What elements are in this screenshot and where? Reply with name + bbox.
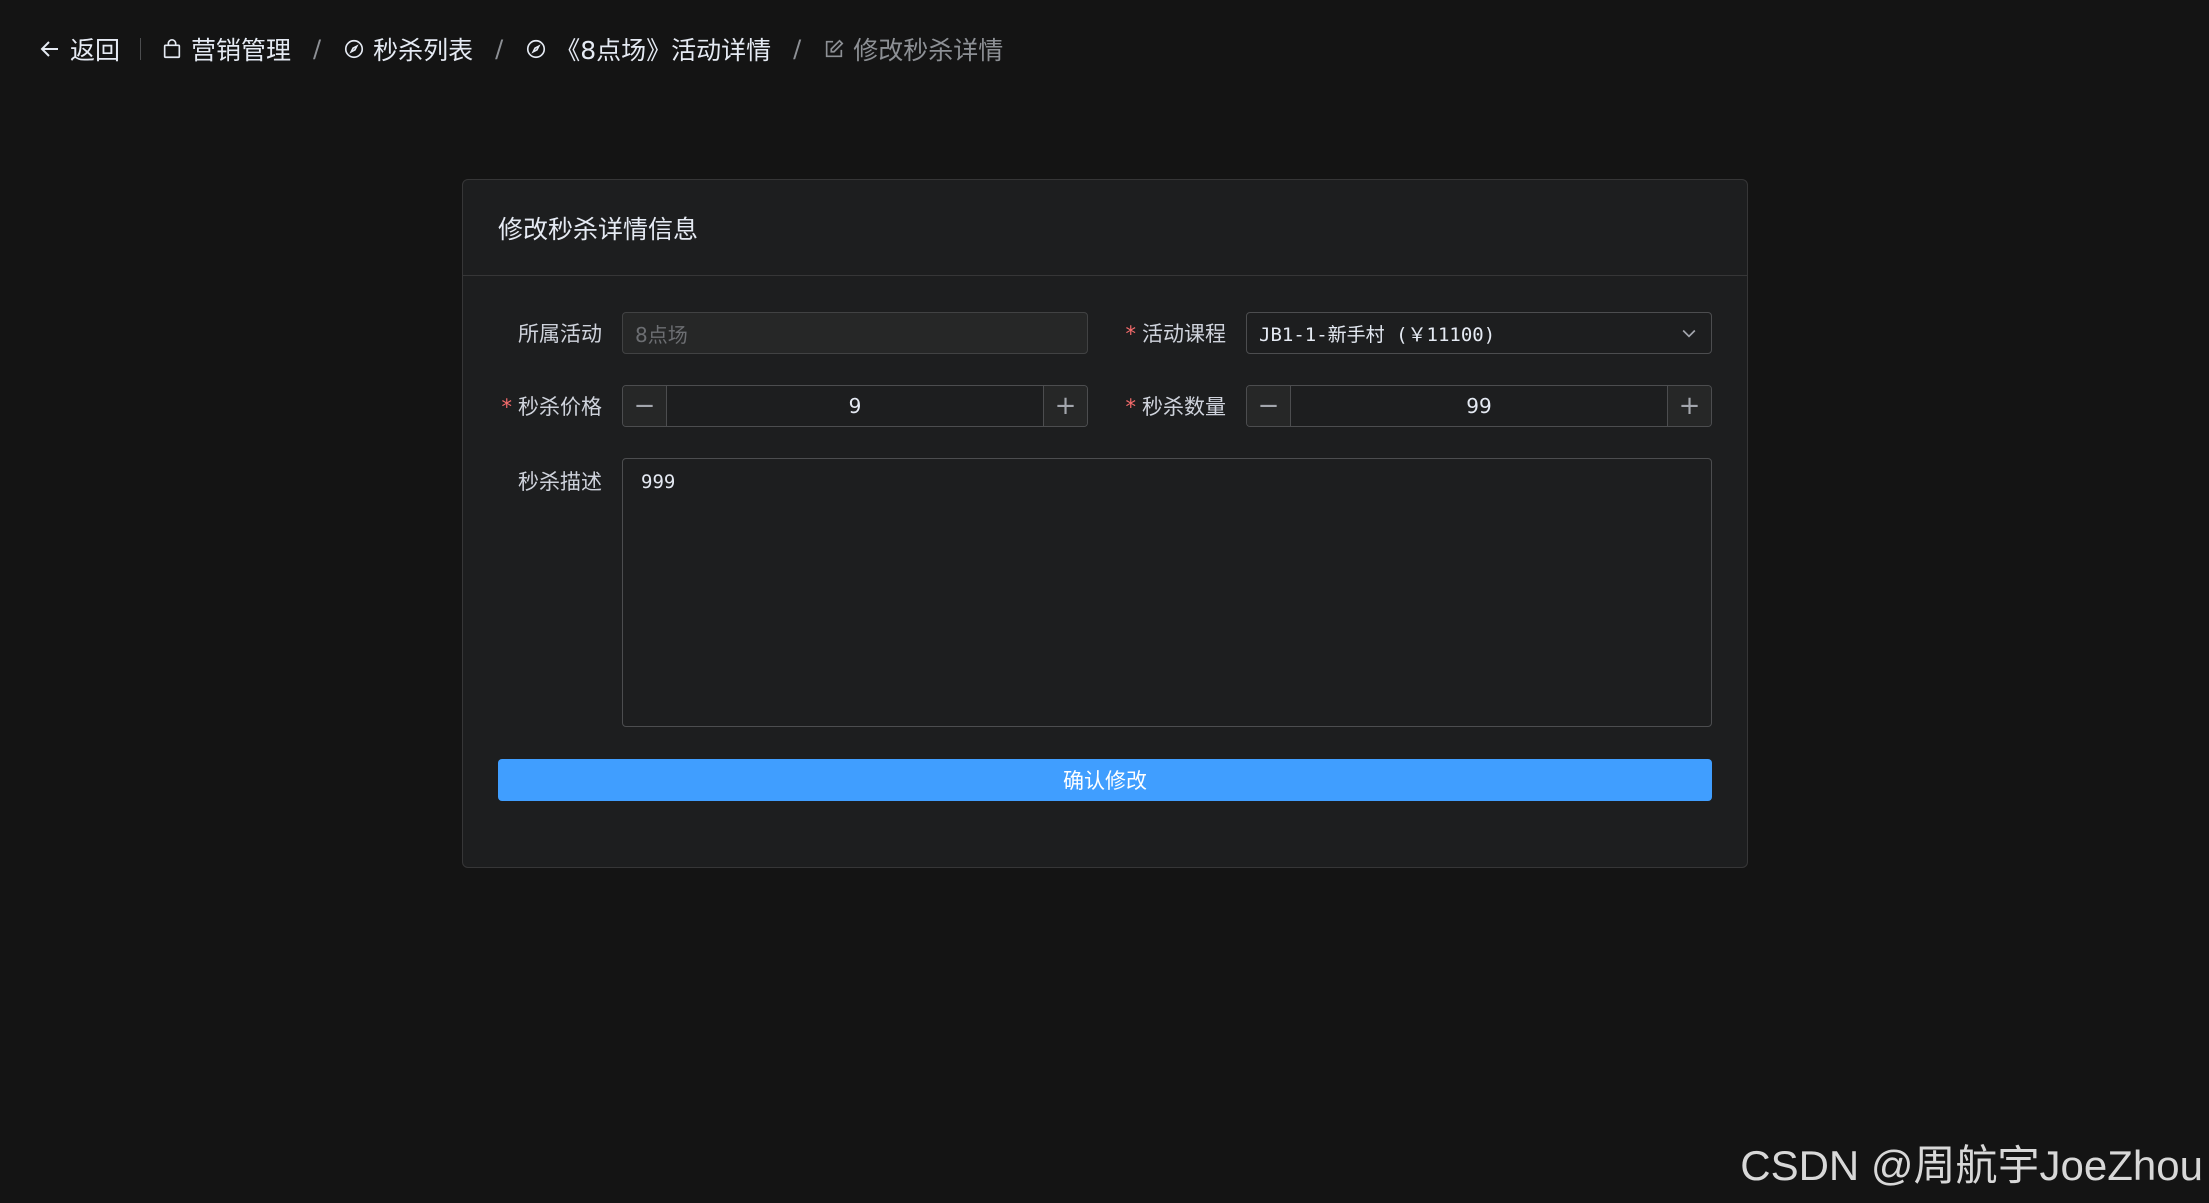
price-input[interactable]: 9: [667, 386, 1043, 426]
edit-icon: [826, 39, 844, 58]
confirm-edit-button[interactable]: 确认修改: [498, 759, 1712, 801]
breadcrumb-item-marketing[interactable]: 营销管理: [161, 31, 291, 67]
quantity-decrement-button[interactable]: −: [1247, 386, 1291, 426]
description-label: 秒杀描述: [518, 470, 602, 494]
back-label: 返回: [70, 36, 121, 65]
breadcrumb-separator: /: [495, 35, 504, 63]
description-textarea[interactable]: 999: [622, 458, 1712, 727]
activity-placeholder: 8点场: [635, 322, 688, 347]
breadcrumb-label: 秒杀列表: [373, 36, 474, 65]
divider: [140, 38, 142, 60]
watermark: CSDN @周航宇JoeZhou: [1740, 1142, 2203, 1189]
breadcrumb-label: 修改秒杀详情: [853, 36, 1004, 65]
quantity-increment-button[interactable]: +: [1667, 386, 1711, 426]
course-label: * 活动课程: [1125, 322, 1227, 346]
description-field: 秒杀描述 999: [498, 458, 1712, 727]
breadcrumb-separator: /: [313, 35, 322, 63]
edit-seckill-card: 修改秒杀详情信息 所属活动 8点场 * 活动课程 JB1-1-新手村 (￥1110…: [462, 179, 1748, 868]
price-increment-button[interactable]: +: [1043, 386, 1087, 426]
chevron-down-icon: [1682, 329, 1696, 338]
breadcrumb-bar: 返回 营销管理 / 秒杀列表 / 《8点场》活动详情 / 修改秒杀详情: [38, 28, 1003, 70]
breadcrumb-item-activity-detail[interactable]: 《8点场》活动详情: [525, 31, 771, 67]
breadcrumb-separator: /: [793, 35, 802, 63]
form-row: * 秒杀价格 − 9 + * 秒杀数量 − 99 +: [498, 385, 1712, 427]
breadcrumb-label: 《8点场》活动详情: [555, 36, 772, 65]
quantity-label: * 秒杀数量: [1125, 395, 1227, 419]
activity-input[interactable]: 8点场: [622, 312, 1088, 354]
compass-icon: [527, 39, 546, 59]
price-label: * 秒杀价格: [501, 395, 603, 419]
breadcrumb-item-seckill-list[interactable]: 秒杀列表: [343, 31, 473, 67]
course-select-value: JB1-1-新手村 (￥11100): [1259, 323, 1496, 346]
breadcrumb-item-edit: 修改秒杀详情: [823, 31, 1003, 67]
price-stepper: − 9 +: [622, 385, 1088, 427]
breadcrumb-label: 营销管理: [191, 36, 292, 65]
edit-seckill-form: 所属活动 8点场 * 活动课程 JB1-1-新手村 (￥11100) * 秒杀价格 …: [498, 312, 1712, 801]
back-button[interactable]: 返回: [38, 31, 120, 67]
quantity-field: * 秒杀数量 − 99 +: [1122, 385, 1712, 427]
course-field: * 活动课程 JB1-1-新手村 (￥11100): [1122, 312, 1712, 354]
price-decrement-button[interactable]: −: [623, 386, 667, 426]
activity-field: 所属活动 8点场: [498, 312, 1088, 354]
arrow-left-icon: [40, 41, 58, 57]
course-select[interactable]: JB1-1-新手村 (￥11100): [1246, 312, 1712, 354]
form-row: 所属活动 8点场 * 活动课程 JB1-1-新手村 (￥11100): [498, 312, 1712, 354]
activity-label: 所属活动: [518, 322, 602, 346]
price-field: * 秒杀价格 − 9 +: [498, 385, 1088, 427]
compass-icon: [345, 39, 364, 59]
quantity-input[interactable]: 99: [1291, 386, 1667, 426]
bag-icon: [163, 39, 181, 59]
card-title: 修改秒杀详情信息: [463, 180, 1747, 276]
quantity-stepper: − 99 +: [1246, 385, 1712, 427]
